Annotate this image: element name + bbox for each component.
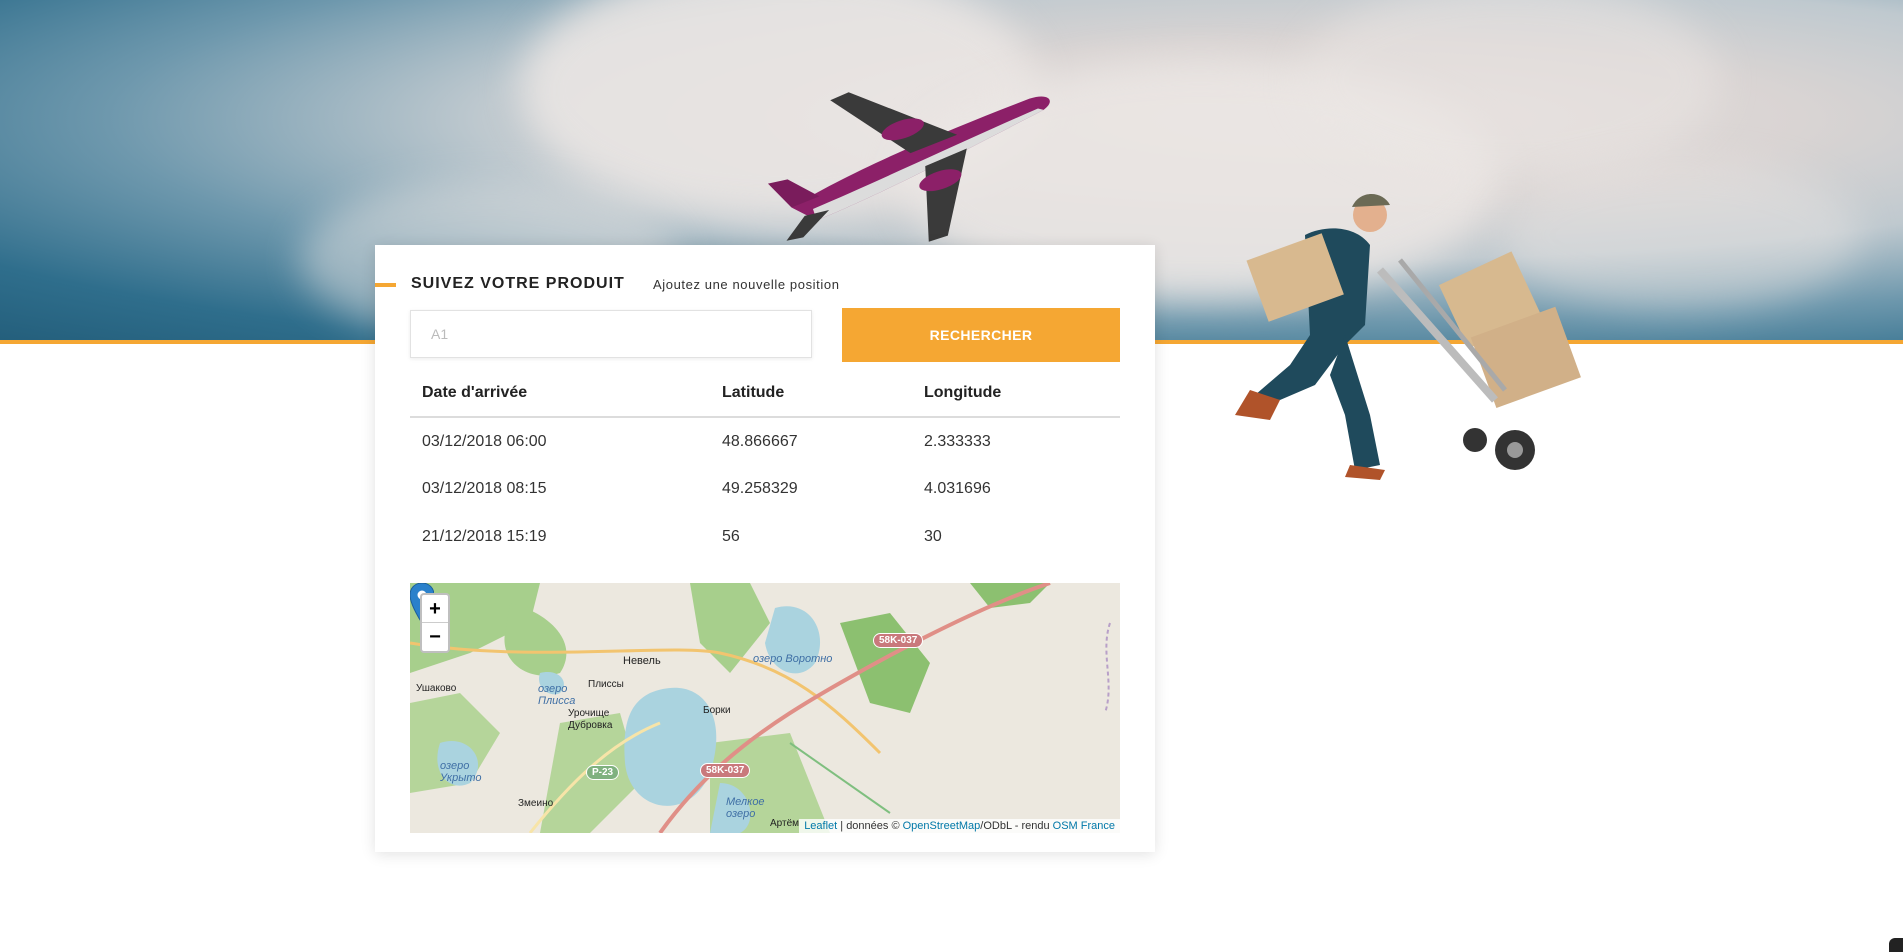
map-attribution: Leaflet | données © OpenStreetMap/ODbL -…	[799, 819, 1120, 833]
search-button[interactable]: RECHERCHER	[842, 308, 1120, 362]
openstreetmap-link[interactable]: OpenStreetMap	[903, 820, 981, 832]
zoom-control: + −	[420, 593, 450, 653]
road-badge: 58K-037	[700, 763, 751, 778]
location-map[interactable]: Невель Плиссы Ушаково озеро Плисса Урочи…	[410, 583, 1120, 833]
column-header-date: Date d'arrivée	[410, 370, 710, 418]
column-header-latitude: Latitude	[710, 370, 912, 418]
column-header-longitude: Longitude	[912, 370, 1120, 418]
map-label: озеро Плисса	[538, 683, 576, 707]
attribution-text: | données ©	[837, 820, 903, 832]
map-label: озеро Воротно	[753, 653, 833, 665]
cell-date: 03/12/2018 08:15	[422, 480, 547, 497]
zoom-out-button[interactable]: −	[422, 623, 448, 651]
map-label: озеро Укрыто	[440, 760, 482, 784]
table-row: 03/12/2018 06:00 48.866667 2.333333	[410, 417, 1120, 465]
tracking-panel: SUIVEZ VOTRE PRODUIT Ajoutez une nouvell…	[375, 245, 1155, 852]
map-label: Ушаково	[416, 683, 457, 694]
road-badge: 58K-037	[873, 633, 924, 648]
cell-longitude: 2.333333	[924, 432, 991, 450]
table-header-row: Date d'arrivée Latitude Longitude	[410, 370, 1120, 418]
map-label: Невель	[623, 655, 661, 667]
positions-table: Date d'arrivée Latitude Longitude 03/12/…	[410, 370, 1120, 561]
airplane-image	[767, 92, 1050, 242]
table-row: 21/12/2018 15:19 56 30	[410, 513, 1120, 561]
cell-longitude: 4.031696	[924, 480, 991, 497]
panel-title: SUIVEZ VOTRE PRODUIT	[411, 275, 625, 292]
title-accent-bar	[375, 283, 396, 287]
delivery-man-image	[1235, 194, 1581, 480]
map-label: Урочище Дубровка	[568, 708, 613, 731]
corner-widget[interactable]	[1889, 938, 1903, 952]
map-label: Борки	[703, 705, 731, 716]
add-position-link[interactable]: Ajoutez une nouvelle position	[653, 277, 840, 292]
tracking-number-input[interactable]	[410, 310, 812, 358]
cell-latitude: 48.866667	[722, 432, 798, 450]
cell-longitude: 30	[924, 528, 942, 545]
osm-france-link[interactable]: OSM France	[1053, 820, 1115, 832]
map-label: Змеино	[518, 798, 554, 809]
zoom-in-button[interactable]: +	[422, 595, 448, 623]
attribution-text: /ODbL - rendu	[980, 820, 1053, 832]
cell-latitude: 56	[722, 528, 740, 545]
leaflet-link[interactable]: Leaflet	[804, 820, 837, 832]
map-label: Мелкое озеро	[726, 796, 765, 820]
road-badge: P-23	[586, 765, 620, 780]
cell-date: 21/12/2018 15:19	[422, 528, 547, 545]
map-label: Плиссы	[588, 679, 624, 690]
table-row: 03/12/2018 08:15 49.258329 4.031696	[410, 465, 1120, 513]
map-label: Артём	[770, 818, 800, 829]
cell-latitude: 49.258329	[722, 480, 798, 497]
cell-date: 03/12/2018 06:00	[422, 432, 547, 450]
